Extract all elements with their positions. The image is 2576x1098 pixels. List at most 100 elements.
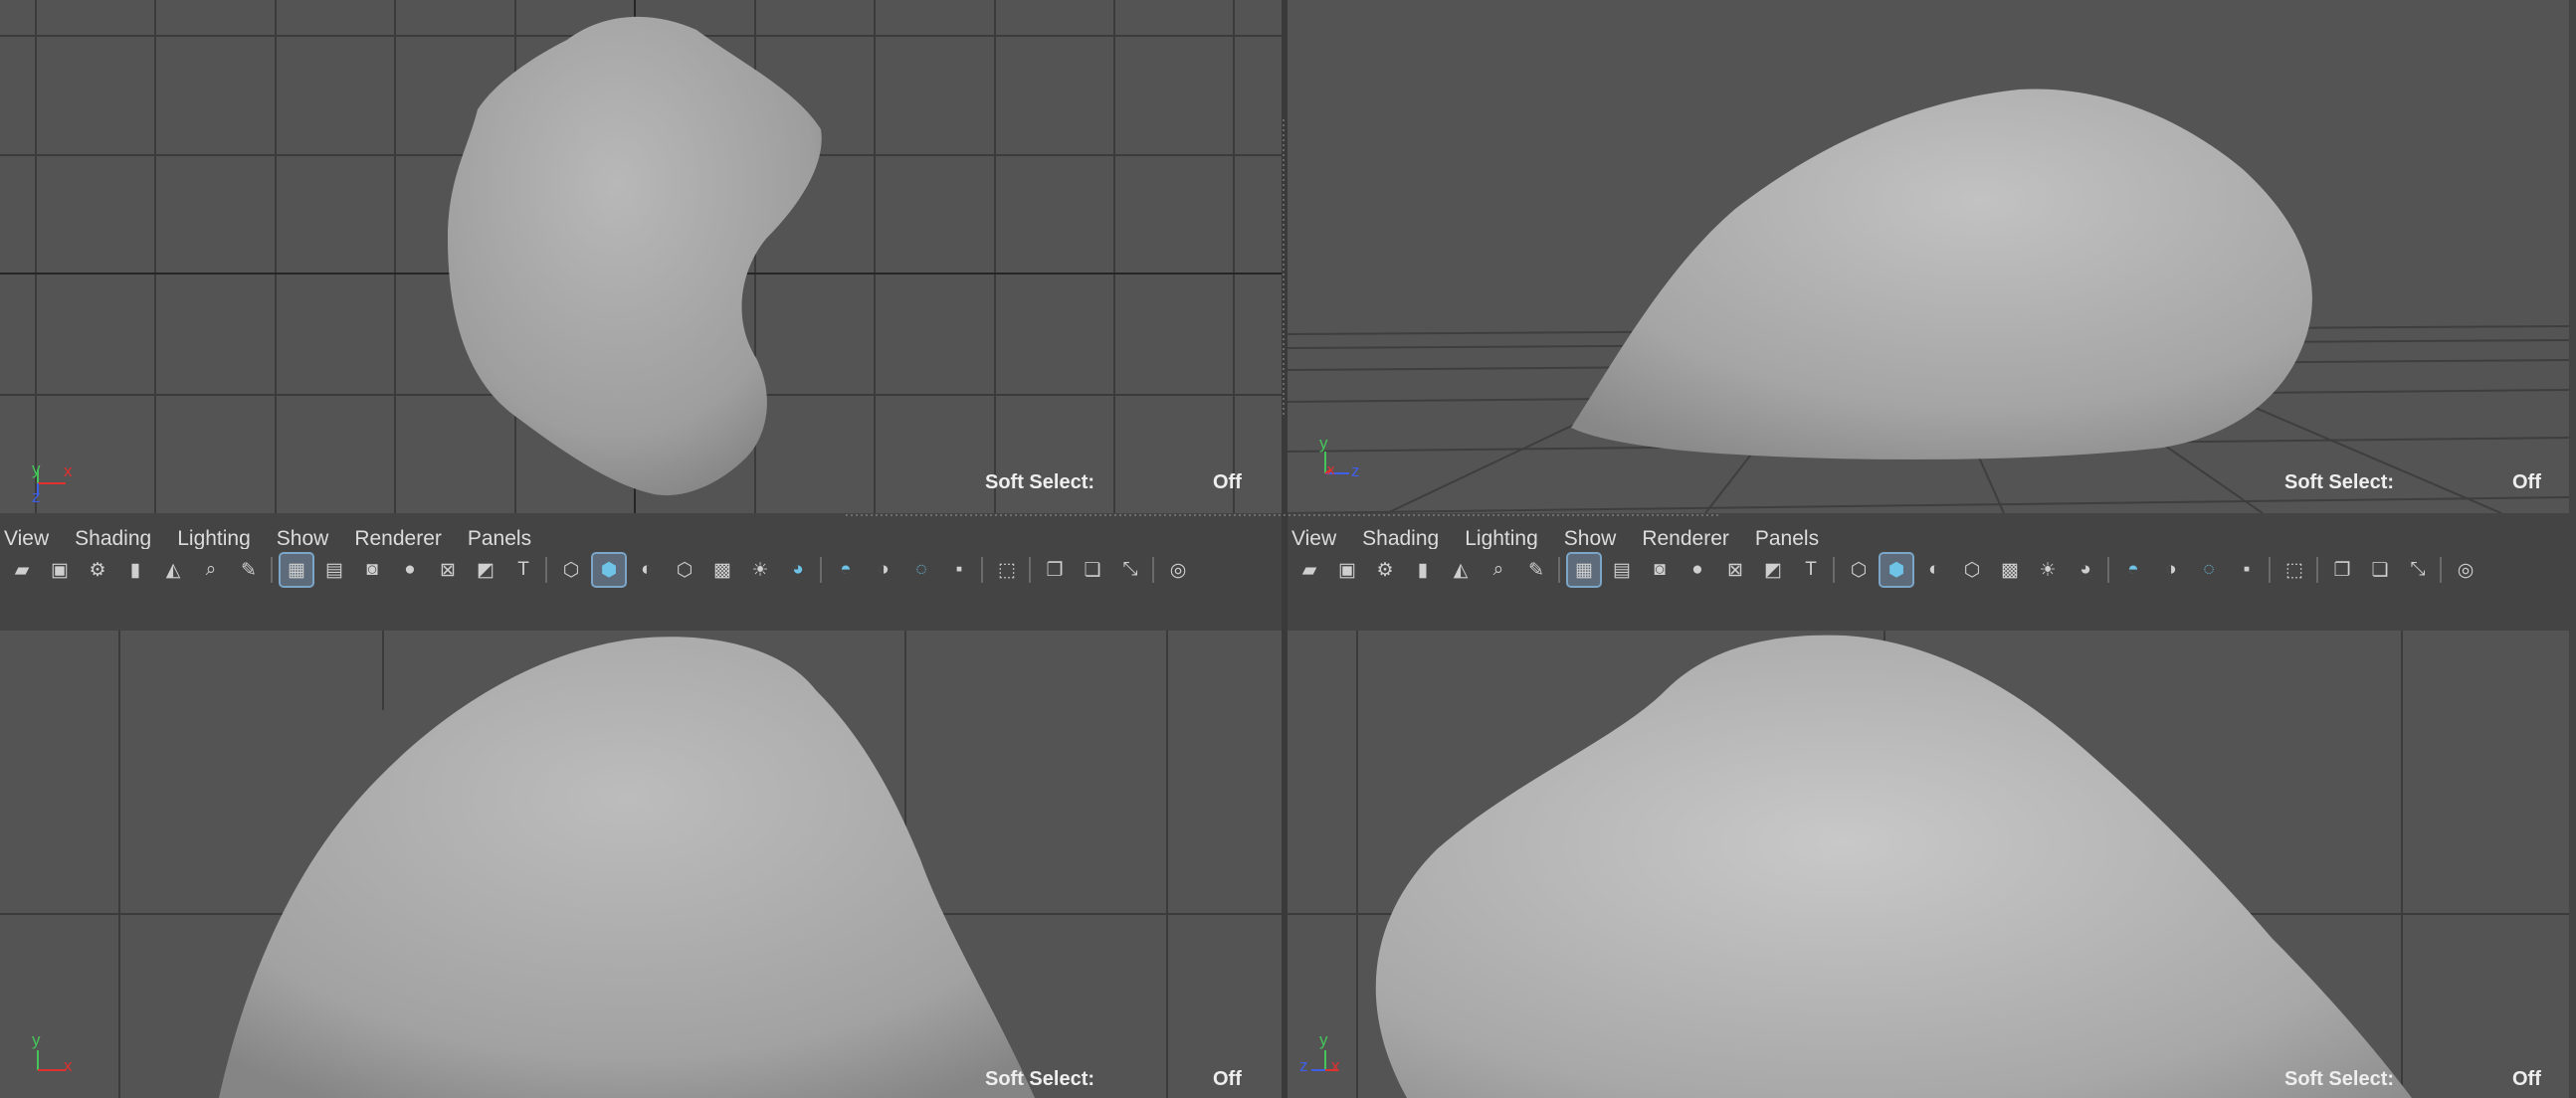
grid-icon[interactable]: ▦ — [279, 552, 314, 588]
toolbar-separator — [271, 557, 273, 583]
wireframe-on-shaded-icon[interactable]: ⬡ — [669, 554, 700, 586]
viewport-panel-bottom-right[interactable]: ▰ ▣ ⚙ ▮ ◭ ⌕ ✎ ▦ ▤ ◙ ● ⊠ ◩ T ⬡ ⬢ ◐ ⬡ ▩ ☀ … — [1288, 549, 2569, 1098]
xray-icon[interactable]: ❐ — [1039, 554, 1071, 586]
image-plane-icon[interactable]: ◭ — [1445, 554, 1477, 586]
image-plane-icon[interactable]: ◭ — [157, 554, 189, 586]
default-material-icon[interactable]: ◐ — [1918, 554, 1950, 586]
menu-panels[interactable]: Panels — [468, 527, 531, 551]
menu-shading[interactable]: Shading — [75, 527, 151, 551]
splitter-handle[interactable] — [1283, 119, 1285, 418]
camera-attributes-icon[interactable]: ⚙ — [82, 554, 113, 586]
motion-blur-icon[interactable]: ◑ — [868, 554, 899, 586]
anti-aliasing-icon[interactable]: ◌ — [2193, 554, 2225, 586]
depth-of-field-icon[interactable]: ▪ — [2231, 554, 2263, 586]
depth-of-field-icon[interactable]: ▪ — [943, 554, 975, 586]
lights-icon[interactable]: ☀ — [744, 554, 776, 586]
menu-show[interactable]: Show — [1564, 527, 1617, 551]
gate-mask-icon[interactable]: ● — [1682, 554, 1713, 586]
ambient-occlusion-icon[interactable]: ◓ — [2117, 554, 2149, 586]
xray-components-icon[interactable]: ⤡ — [2402, 554, 2434, 586]
rock-mesh[interactable] — [1375, 635, 2412, 1098]
viewport-scene[interactable] — [1288, 0, 2569, 513]
xray-joints-icon[interactable]: ❏ — [1077, 554, 1108, 586]
soft-select-label: Soft Select: — [2284, 471, 2395, 493]
lock-camera-icon[interactable]: ▣ — [44, 554, 76, 586]
paint-icon[interactable]: ✎ — [233, 554, 265, 586]
xray-joints-icon[interactable]: ❏ — [2364, 554, 2396, 586]
grid-icon[interactable]: ▦ — [1566, 552, 1602, 588]
resolution-gate-icon[interactable]: ◙ — [1644, 554, 1676, 586]
safe-action-icon[interactable]: ◩ — [1757, 554, 1789, 586]
smooth-shade-icon[interactable]: ⬢ — [1879, 552, 1914, 588]
exposure-icon[interactable]: ◎ — [2450, 554, 2481, 586]
camera-attributes-icon[interactable]: ⚙ — [1369, 554, 1401, 586]
camera-icon[interactable]: ▰ — [6, 554, 38, 586]
soft-select-value: Off — [1213, 471, 1242, 493]
field-chart-icon[interactable]: ⊠ — [1719, 554, 1751, 586]
menu-show[interactable]: Show — [277, 527, 329, 551]
menu-lighting[interactable]: Lighting — [1465, 527, 1538, 551]
wireframe-on-shaded-icon[interactable]: ⬡ — [1956, 554, 1988, 586]
menu-view[interactable]: View — [4, 527, 49, 551]
axis-label: x — [64, 1056, 73, 1075]
safe-action-icon[interactable]: ◩ — [470, 554, 501, 586]
menu-panels[interactable]: Panels — [1755, 527, 1819, 551]
rock-mesh[interactable] — [1571, 89, 2312, 459]
safe-title-icon[interactable]: T — [1795, 554, 1827, 586]
viewport-scene[interactable] — [0, 0, 1282, 513]
gate-mask-icon[interactable]: ● — [394, 554, 426, 586]
viewport-canvas[interactable]: y z x Soft Select: Off — [1288, 631, 2569, 1098]
viewport-scene[interactable] — [0, 631, 1282, 1098]
soft-select-label: Soft Select: — [985, 471, 1095, 493]
film-gate-icon[interactable]: ▤ — [318, 554, 350, 586]
bookmark-icon[interactable]: ▮ — [119, 554, 151, 586]
soft-select-label: Soft Select: — [985, 1068, 1095, 1090]
menu-renderer[interactable]: Renderer — [1642, 527, 1729, 551]
smooth-shade-icon[interactable]: ⬢ — [591, 552, 627, 588]
toolbar-separator — [820, 557, 822, 583]
motion-blur-icon[interactable]: ◑ — [2155, 554, 2187, 586]
field-chart-icon[interactable]: ⊠ — [432, 554, 464, 586]
default-material-icon[interactable]: ◐ — [631, 554, 663, 586]
shadows-icon[interactable]: ◕ — [782, 554, 814, 586]
anti-aliasing-icon[interactable]: ◌ — [905, 554, 937, 586]
lock-camera-icon[interactable]: ▣ — [1331, 554, 1363, 586]
wireframe-icon[interactable]: ⬡ — [555, 554, 587, 586]
textured-icon[interactable]: ▩ — [1994, 554, 2026, 586]
axis-label: y — [32, 1030, 41, 1049]
menu-renderer[interactable]: Renderer — [354, 527, 442, 551]
menu-lighting[interactable]: Lighting — [177, 527, 251, 551]
viewport-panel-top-left[interactable]: y x z Soft Select: Off View Shading Ligh… — [0, 0, 1282, 559]
rock-mesh[interactable] — [448, 16, 822, 496]
rock-mesh[interactable] — [219, 637, 1035, 1098]
shadows-icon[interactable]: ◕ — [2070, 554, 2101, 586]
menu-shading[interactable]: Shading — [1362, 527, 1439, 551]
camera-icon[interactable]: ▰ — [1293, 554, 1325, 586]
isolate-select-icon[interactable]: ⬚ — [2279, 554, 2310, 586]
exposure-icon[interactable]: ◎ — [1162, 554, 1194, 586]
isolate-select-icon[interactable]: ⬚ — [991, 554, 1023, 586]
paint-icon[interactable]: ✎ — [1520, 554, 1552, 586]
viewport-canvas[interactable]: y x z Soft Select: Off — [1288, 0, 2569, 513]
viewport-scene[interactable] — [1288, 631, 2569, 1098]
xray-components-icon[interactable]: ⤡ — [1114, 554, 1146, 586]
wireframe-icon[interactable]: ⬡ — [1843, 554, 1875, 586]
lights-icon[interactable]: ☀ — [2032, 554, 2064, 586]
safe-title-icon[interactable]: T — [507, 554, 539, 586]
viewport-canvas[interactable]: y x z Soft Select: Off — [0, 0, 1282, 513]
viewport-panel-top-right[interactable]: y x z Soft Select: Off View Shading Ligh… — [1288, 0, 2569, 559]
ambient-occlusion-icon[interactable]: ◓ — [830, 554, 862, 586]
textured-icon[interactable]: ▩ — [706, 554, 738, 586]
resolution-gate-icon[interactable]: ◙ — [356, 554, 388, 586]
bookmark-icon[interactable]: ▮ — [1407, 554, 1439, 586]
toolbar-separator — [1833, 557, 1835, 583]
splitter-handle[interactable] — [846, 514, 1721, 516]
panel-toolbar: ▰ ▣ ⚙ ▮ ◭ ⌕ ✎ ▦ ▤ ◙ ● ⊠ ◩ T ⬡ ⬢ ◐ ⬡ ▩ ☀ … — [0, 549, 1282, 591]
menu-view[interactable]: View — [1291, 527, 1336, 551]
viewport-panel-bottom-left[interactable]: ▰ ▣ ⚙ ▮ ◭ ⌕ ✎ ▦ ▤ ◙ ● ⊠ ◩ T ⬡ ⬢ ◐ ⬡ ▩ ☀ … — [0, 549, 1282, 1098]
film-gate-icon[interactable]: ▤ — [1606, 554, 1638, 586]
zoom-icon[interactable]: ⌕ — [1483, 554, 1514, 586]
zoom-icon[interactable]: ⌕ — [195, 554, 227, 586]
xray-icon[interactable]: ❐ — [2326, 554, 2358, 586]
viewport-canvas[interactable]: y x Soft Select: Off — [0, 631, 1282, 1098]
